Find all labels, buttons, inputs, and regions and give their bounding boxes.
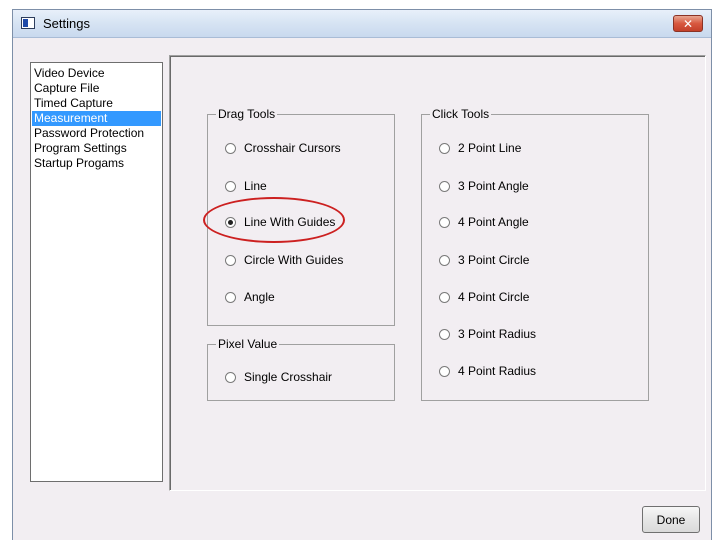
- window-title: Settings: [43, 16, 90, 31]
- close-button[interactable]: ✕: [673, 15, 703, 32]
- radio-label: Angle: [244, 290, 275, 304]
- radio-label: Crosshair Cursors: [244, 141, 341, 155]
- radio-button-icon[interactable]: [439, 291, 450, 303]
- radio-single-crosshair[interactable]: Single Crosshair: [225, 370, 332, 384]
- radio-label: 4 Point Circle: [458, 290, 530, 304]
- radio-label: Circle With Guides: [244, 253, 344, 267]
- list-item-measurement[interactable]: Measurement: [32, 111, 161, 126]
- radio-label: 4 Point Angle: [458, 215, 529, 229]
- radio-label: Line With Guides: [244, 215, 336, 229]
- radio-crosshair-cursors[interactable]: Crosshair Cursors: [225, 141, 341, 155]
- close-icon: ✕: [682, 16, 694, 31]
- list-item-password-protection[interactable]: Password Protection: [32, 126, 161, 141]
- radio-4-point-radius[interactable]: 4 Point Radius: [439, 364, 536, 378]
- click-tools-title: Click Tools: [430, 107, 492, 121]
- radio-button-icon[interactable]: [225, 291, 236, 303]
- radio-button-icon[interactable]: [225, 254, 236, 266]
- radio-button-icon[interactable]: [225, 180, 236, 192]
- radio-angle[interactable]: Angle: [225, 290, 275, 304]
- radio-button-checked-icon[interactable]: [225, 216, 236, 228]
- title-bar[interactable]: Settings ✕: [13, 10, 711, 38]
- pixel-value-group: Pixel Value Single Crosshair: [207, 337, 395, 401]
- radio-button-icon[interactable]: [439, 180, 450, 192]
- radio-button-icon[interactable]: [439, 365, 450, 377]
- radio-button-icon[interactable]: [439, 216, 450, 228]
- radio-3-point-circle[interactable]: 3 Point Circle: [439, 253, 529, 267]
- list-item-video-device[interactable]: Video Device: [32, 66, 161, 81]
- list-item-startup-progams[interactable]: Startup Progams: [32, 156, 161, 171]
- radio-button-icon[interactable]: [439, 328, 450, 340]
- radio-label: 2 Point Line: [458, 141, 522, 155]
- list-item-program-settings[interactable]: Program Settings: [32, 141, 161, 156]
- radio-2-point-line[interactable]: 2 Point Line: [439, 141, 521, 155]
- radio-label: 3 Point Radius: [458, 327, 537, 341]
- radio-3-point-radius[interactable]: 3 Point Radius: [439, 327, 536, 341]
- radio-label: Single Crosshair: [244, 370, 333, 384]
- radio-button-icon[interactable]: [439, 142, 450, 154]
- pixel-value-title: Pixel Value: [216, 337, 280, 351]
- radio-circle-with-guides[interactable]: Circle With Guides: [225, 253, 343, 267]
- radio-label: 4 Point Radius: [458, 364, 537, 378]
- radio-3-point-angle[interactable]: 3 Point Angle: [439, 179, 529, 193]
- radio-label: 3 Point Circle: [458, 253, 530, 267]
- done-button[interactable]: Done: [642, 506, 700, 533]
- app-icon: [21, 17, 35, 29]
- measurement-panel: Drag Tools Crosshair Cursors Line Line W…: [169, 55, 706, 491]
- radio-line[interactable]: Line: [225, 179, 267, 193]
- settings-window: Settings ✕ Video Device Capture File Tim…: [12, 9, 712, 540]
- radio-button-icon[interactable]: [225, 142, 236, 154]
- radio-line-with-guides[interactable]: Line With Guides: [225, 215, 335, 229]
- radio-button-icon[interactable]: [225, 371, 236, 383]
- settings-category-list[interactable]: Video Device Capture File Timed Capture …: [30, 62, 163, 482]
- list-item-timed-capture[interactable]: Timed Capture: [32, 96, 161, 111]
- radio-4-point-angle[interactable]: 4 Point Angle: [439, 215, 529, 229]
- click-tools-group: Click Tools 2 Point Line 3 Point Angle 4…: [421, 107, 649, 401]
- radio-4-point-circle[interactable]: 4 Point Circle: [439, 290, 529, 304]
- radio-label: Line: [244, 179, 267, 193]
- list-item-capture-file[interactable]: Capture File: [32, 81, 161, 96]
- radio-button-icon[interactable]: [439, 254, 450, 266]
- drag-tools-title: Drag Tools: [216, 107, 278, 121]
- drag-tools-group: Drag Tools Crosshair Cursors Line Line W…: [207, 107, 395, 326]
- radio-label: 3 Point Angle: [458, 179, 529, 193]
